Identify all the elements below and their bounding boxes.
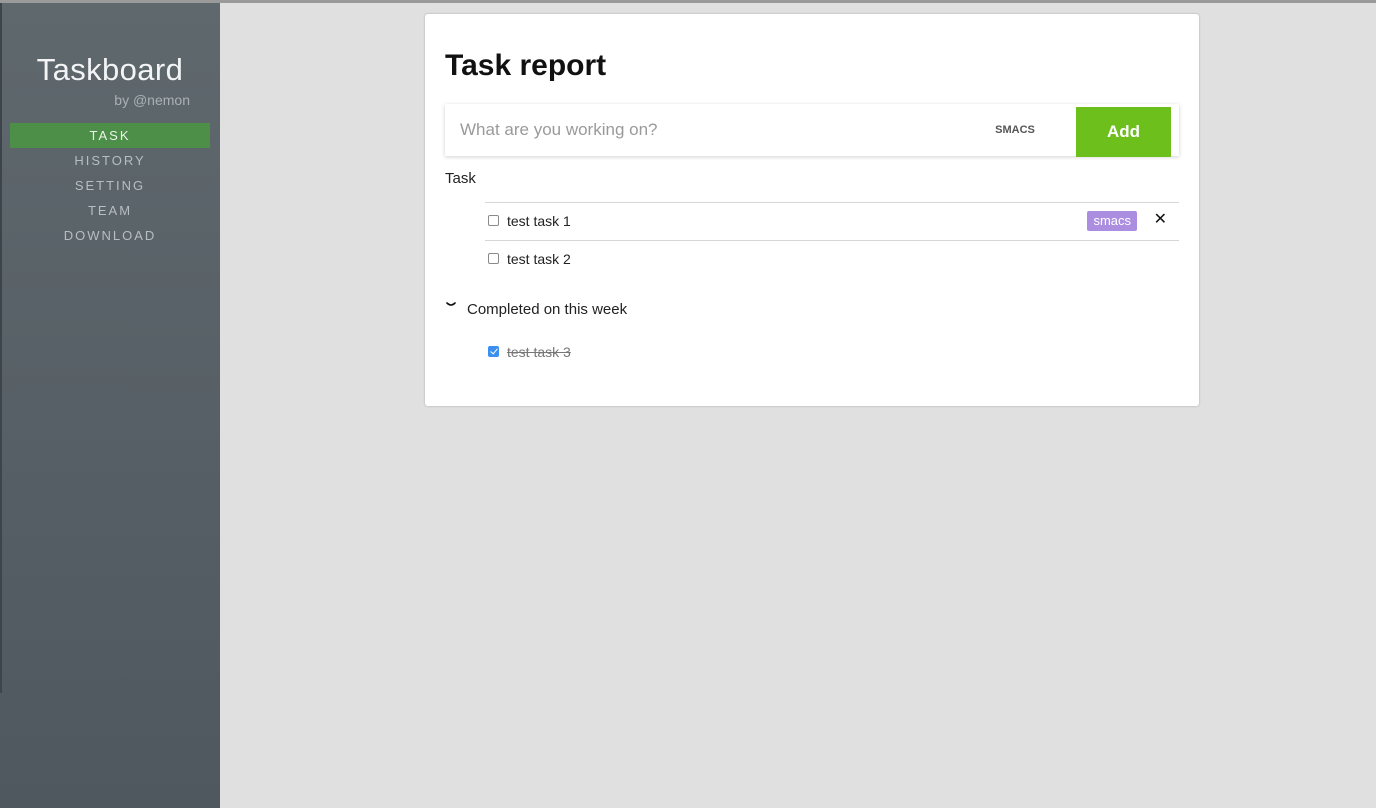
task-row: test task 2 xyxy=(485,240,1179,278)
project-tag: smacs xyxy=(1087,211,1137,231)
app-subtitle: by @nemon xyxy=(114,92,190,108)
sidebar-item-history[interactable]: HISTORY xyxy=(10,148,210,173)
task-text[interactable]: test task 3 xyxy=(507,343,571,361)
task-text[interactable]: test task 1 xyxy=(507,212,571,230)
completed-task-list: test task 3 xyxy=(485,341,1179,367)
chevron-down-icon xyxy=(446,302,456,306)
app-title: Taskboard xyxy=(36,52,184,87)
page-title: Task report xyxy=(445,49,607,82)
project-select[interactable]: SMACS xyxy=(955,104,1075,156)
add-task-bar: SMACS Add xyxy=(445,104,1179,157)
task-report-card: Task report SMACS Add Task test task 1 s… xyxy=(425,14,1199,406)
sidebar: Taskboard by @nemon TASK HISTORY SETTING… xyxy=(0,3,220,808)
task-input[interactable] xyxy=(445,104,945,156)
add-button[interactable]: Add xyxy=(1076,107,1171,157)
sidebar-item-task[interactable]: TASK xyxy=(10,123,210,148)
completed-section-label: Completed on this week xyxy=(467,301,628,318)
sidebar-edge xyxy=(0,3,2,693)
task-checkbox-checked[interactable] xyxy=(488,346,499,357)
task-section-label: Task xyxy=(445,170,476,187)
task-row: test task 1 smacs ✕ xyxy=(485,202,1179,240)
completed-task-row: test task 3 xyxy=(485,341,1179,367)
sidebar-item-download[interactable]: DOWNLOAD xyxy=(10,223,210,248)
task-checkbox[interactable] xyxy=(488,253,499,264)
sidebar-item-team[interactable]: TEAM xyxy=(10,198,210,223)
task-checkbox[interactable] xyxy=(488,215,499,226)
task-text[interactable]: test task 2 xyxy=(507,250,571,268)
close-icon[interactable]: ✕ xyxy=(1154,210,1167,230)
sidebar-nav: TASK HISTORY SETTING TEAM DOWNLOAD xyxy=(10,123,210,248)
task-list: test task 1 smacs ✕ test task 2 xyxy=(485,202,1179,278)
sidebar-item-setting[interactable]: SETTING xyxy=(10,173,210,198)
